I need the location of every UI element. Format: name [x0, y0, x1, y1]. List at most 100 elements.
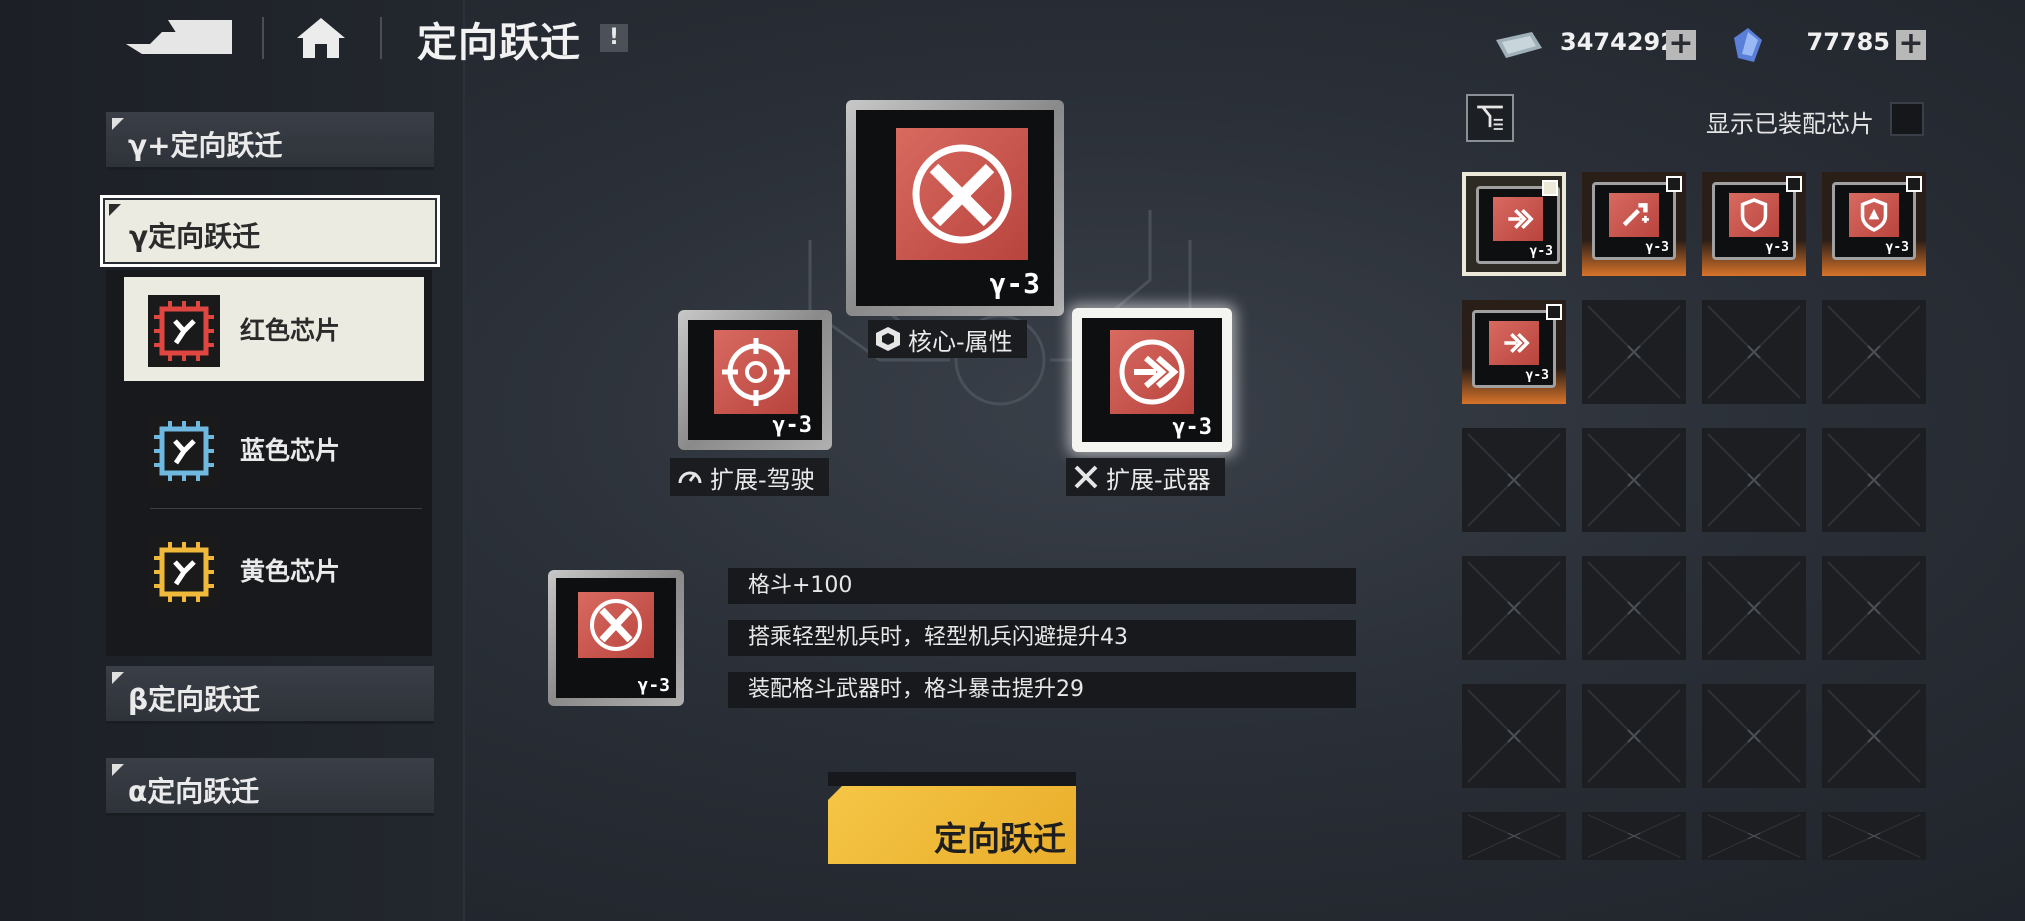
select-checkbox[interactable]: [1546, 304, 1562, 320]
sub-item-label: 蓝色芯片: [240, 436, 341, 465]
empty-x-icon: [1587, 814, 1681, 858]
currency-2-value: 77785: [1806, 28, 1891, 56]
cash-icon: [1494, 30, 1544, 60]
empty-x-icon: [1707, 433, 1801, 527]
sub-item-yellow-chip[interactable]: 黄色芯片: [124, 518, 424, 622]
add-currency-1-button[interactable]: +: [1666, 29, 1696, 60]
wrench-plus-icon: [1609, 193, 1659, 237]
chip-tag: γ-3: [989, 267, 1040, 300]
gauge-icon: [678, 471, 702, 484]
empty-slot: [1822, 684, 1926, 788]
info-button[interactable]: !: [600, 24, 628, 52]
empty-slot: [1582, 428, 1686, 532]
tab-label: γ定向跃迁: [129, 220, 261, 253]
empty-x-icon: [1707, 814, 1801, 858]
drive-slot[interactable]: γ-3: [678, 310, 832, 450]
empty-slot: [1822, 812, 1926, 860]
empty-x-icon: [1827, 433, 1921, 527]
add-currency-2-button[interactable]: +: [1896, 29, 1926, 60]
empty-slot: [1702, 812, 1806, 860]
tab-gamma-plus[interactable]: γ+定向跃迁: [106, 112, 434, 170]
tab-label: β定向跃迁: [128, 683, 261, 716]
arrow-right-icon: [1489, 321, 1539, 365]
empty-slot: [1822, 556, 1926, 660]
cross-swords-icon: [578, 592, 654, 658]
chip-tag: γ-3: [1765, 240, 1789, 255]
arrow-right-icon: [1493, 197, 1543, 241]
stat-line: 搭乘轻型机兵时，轻型机兵闪避提升43: [728, 620, 1356, 656]
tab-label: γ+定向跃迁: [128, 129, 283, 162]
empty-slot: [1702, 556, 1806, 660]
core-slot[interactable]: γ-3: [846, 100, 1064, 316]
show-equipped-checkbox[interactable]: [1890, 102, 1924, 136]
button-label: 定向跃迁: [934, 819, 1066, 858]
empty-x-icon: [1587, 561, 1681, 655]
empty-slot: [1462, 556, 1566, 660]
core-slot-label: 核心-属性: [868, 320, 1027, 358]
select-checkbox[interactable]: [1906, 176, 1922, 192]
corner-mark: [109, 204, 121, 216]
chip-tag: γ-3: [1885, 240, 1909, 255]
chip-tag: γ-3: [1645, 240, 1669, 255]
inventory-chip[interactable]: γ-3: [1822, 172, 1926, 276]
empty-slot: [1462, 684, 1566, 788]
weapon-slot[interactable]: γ-3: [1072, 308, 1232, 452]
empty-slot: [1582, 812, 1686, 860]
empty-x-icon: [1827, 814, 1921, 858]
tab-beta[interactable]: β定向跃迁: [106, 666, 434, 724]
empty-x-icon: [1587, 305, 1681, 399]
stat-line: 装配格斗武器时，格斗暴击提升29: [728, 672, 1356, 708]
chip-tag: γ-3: [1525, 368, 1549, 383]
triangle-badge-icon: [1849, 193, 1899, 237]
empty-x-icon: [1467, 814, 1561, 858]
button-strip: [828, 772, 1076, 786]
divider: [262, 17, 264, 59]
chip-card: γ-3: [1832, 182, 1916, 260]
empty-x-icon: [1587, 689, 1681, 783]
chip-tag: γ-3: [637, 675, 670, 696]
empty-slot: [1582, 684, 1686, 788]
empty-x-icon: [1707, 561, 1801, 655]
back-button[interactable]: [122, 14, 232, 62]
empty-x-icon: [1467, 689, 1561, 783]
cross-swords-icon: [896, 128, 1028, 260]
empty-slot: [1462, 812, 1566, 860]
inventory-chip[interactable]: γ-3: [1462, 172, 1566, 276]
empty-x-icon: [1827, 689, 1921, 783]
select-checkbox[interactable]: [1786, 176, 1802, 192]
empty-slot: [1822, 300, 1926, 404]
directional-jump-button[interactable]: 定向跃迁: [828, 772, 1076, 864]
sub-item-label: 黄色芯片: [240, 557, 341, 586]
sub-item-blue-chip[interactable]: 蓝色芯片: [124, 397, 424, 501]
crystal-icon: [1732, 26, 1764, 64]
tab-gamma[interactable]: γ定向跃迁: [100, 195, 440, 267]
empty-slot: [1702, 428, 1806, 532]
empty-x-icon: [1587, 433, 1681, 527]
inventory-grid: γ-3 γ-3 γ-3 γ-3 γ-3: [1462, 172, 1930, 872]
corner-mark: [112, 764, 124, 776]
home-button[interactable]: [295, 14, 347, 62]
inventory-chip[interactable]: γ-3: [1702, 172, 1806, 276]
chip-card: γ-3: [1592, 182, 1676, 260]
preview-chip: γ-3: [548, 570, 684, 706]
inventory-chip[interactable]: γ-3: [1582, 172, 1686, 276]
empty-x-icon: [1467, 561, 1561, 655]
show-equipped-label: 显示已装配芯片: [1706, 110, 1874, 138]
chip-card: γ-3: [1712, 182, 1796, 260]
sub-item-red-chip[interactable]: 红色芯片: [124, 277, 424, 381]
filter-button[interactable]: [1466, 94, 1514, 142]
empty-slot: [1702, 684, 1806, 788]
select-checkbox[interactable]: [1542, 180, 1558, 196]
chip-red-icon: [148, 295, 220, 367]
cube-icon: [876, 327, 900, 351]
empty-slot: [1462, 428, 1566, 532]
sub-item-label: 红色芯片: [240, 316, 341, 345]
currency-1-value: 3474292: [1560, 28, 1677, 56]
corner-mark: [112, 118, 124, 130]
inventory-chip[interactable]: γ-3: [1462, 300, 1566, 404]
crossed-swords-icon: [1074, 465, 1098, 489]
tab-alpha[interactable]: α定向跃迁: [106, 758, 434, 816]
divider: [150, 508, 422, 509]
arrow-right-icon: [1110, 330, 1194, 414]
select-checkbox[interactable]: [1666, 176, 1682, 192]
